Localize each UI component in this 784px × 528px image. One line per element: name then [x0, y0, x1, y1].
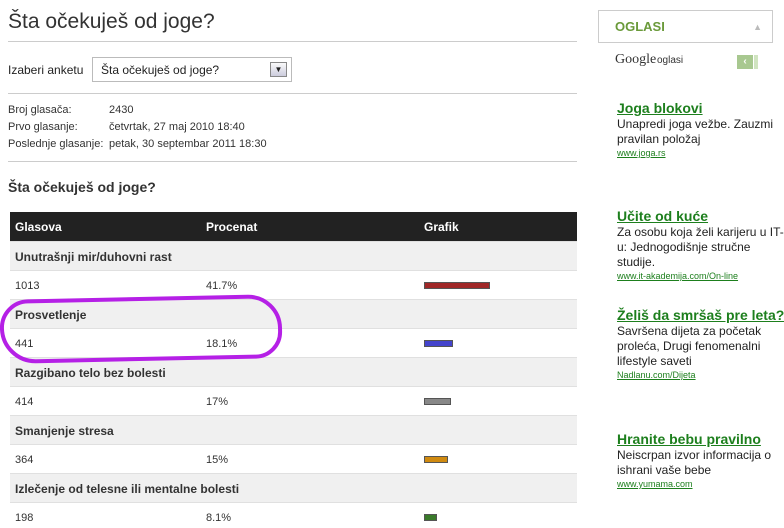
- poll-question: Šta očekuješ od joge?: [8, 179, 156, 195]
- option-name-row: Unutrašnji mir/duhovni rast: [10, 241, 577, 270]
- option-data-row: 198 8.1%: [10, 502, 577, 528]
- chevron-down-icon[interactable]: ▼: [270, 62, 287, 77]
- ad-title[interactable]: Učite od kuće: [617, 208, 784, 225]
- stat-label: Poslednje glasanje:: [8, 138, 104, 150]
- result-bar: [424, 340, 453, 347]
- option-votes: 198: [15, 512, 34, 524]
- option-votes: 364: [15, 454, 34, 466]
- stat-value: petak, 30 septembar 2011 18:30: [109, 138, 267, 150]
- option-data-row: 414 17%: [10, 386, 577, 415]
- option-votes: 441: [15, 338, 34, 350]
- ad-title[interactable]: Hranite bebu pravilno: [617, 431, 784, 448]
- column-header-chart: Grafik: [424, 220, 459, 234]
- stat-value: 2430: [109, 104, 134, 116]
- ad-url[interactable]: www.yumama.com: [617, 478, 784, 491]
- option-name: Unutrašnji mir/duhovni rast: [15, 250, 172, 264]
- result-bar: [424, 456, 448, 463]
- ad-item[interactable]: Učite od kuće Za osobu koja želi karijer…: [617, 208, 784, 283]
- option-name: Izlečenje od telesne ili mentalne bolest…: [15, 482, 240, 496]
- option-name-row: Prosvetlenje: [10, 299, 577, 328]
- option-data-row: 1013 41.7%: [10, 270, 577, 299]
- ad-item[interactable]: Želiš da smršaš pre leta? Savršena dijet…: [617, 307, 784, 382]
- column-header-votes: Glasova: [15, 220, 62, 234]
- table-header: Glasova Procenat Grafik: [10, 212, 577, 241]
- option-percent: 18.1%: [206, 338, 238, 350]
- results-table: Glasova Procenat Grafik Unutrašnji mir/d…: [10, 212, 577, 528]
- ad-text: Unapredi joga vežbe. Zauzmi pravilan pol…: [617, 117, 774, 146]
- poll-select-value: Šta očekuješ od joge?: [101, 63, 220, 77]
- option-name: Smanjenje stresa: [15, 424, 114, 438]
- ad-title[interactable]: Joga blokovi: [617, 100, 784, 117]
- option-name-row: Smanjenje stresa: [10, 415, 577, 444]
- stat-value: četvrtak, 27 maj 2010 18:40: [109, 121, 245, 133]
- result-bar: [424, 282, 490, 289]
- ads-header: OGLASI ▲: [598, 10, 773, 43]
- option-votes: 1013: [15, 280, 40, 292]
- google-ads-label: oglasi: [657, 55, 684, 66]
- option-percent: 41.7%: [206, 280, 238, 292]
- option-data-row: 364 15%: [10, 444, 577, 473]
- option-percent: 8.1%: [206, 512, 232, 524]
- next-arrow-icon[interactable]: [754, 55, 758, 69]
- option-name: Prosvetlenje: [15, 308, 87, 322]
- ad-item[interactable]: Hranite bebu pravilno Neiscrpan izvor in…: [617, 431, 784, 491]
- ad-item[interactable]: Joga blokovi Unapredi joga vežbe. Zauzmi…: [617, 100, 784, 160]
- prev-arrow-icon[interactable]: ‹: [737, 55, 753, 69]
- result-bar: [424, 398, 451, 405]
- page-title: Šta očekuješ od joge?: [8, 10, 215, 33]
- option-data-row: 441 18.1%: [10, 328, 577, 357]
- option-name-row: Izlečenje od telesne ili mentalne bolest…: [10, 473, 577, 502]
- option-name-row: Razgibano telo bez bolesti: [10, 357, 577, 386]
- column-header-percent: Procenat: [206, 220, 258, 234]
- result-bar: [424, 514, 437, 521]
- divider: [8, 161, 577, 162]
- option-percent: 17%: [206, 396, 229, 408]
- ads-header-title: OGLASI: [615, 19, 665, 34]
- poll-select[interactable]: Šta očekuješ od joge? ▼: [92, 57, 292, 82]
- ad-text: Neiscrpan izvor informacija o ishrani va…: [617, 448, 772, 477]
- ad-text: Savršena dijeta za početak proleća, Drug…: [617, 324, 762, 368]
- divider: [8, 93, 577, 94]
- option-name: Razgibano telo bez bolesti: [15, 366, 166, 380]
- collapse-arrow-icon[interactable]: ▲: [753, 22, 762, 32]
- stat-label: Prvo glasanje:: [8, 121, 78, 133]
- option-percent: 15%: [206, 454, 229, 466]
- ad-title[interactable]: Želiš da smršaš pre leta?: [617, 307, 784, 324]
- ad-url[interactable]: www.it-akademija.com/On-line: [617, 270, 784, 283]
- option-votes: 414: [15, 396, 34, 408]
- stat-label: Broj glasača:: [8, 104, 72, 116]
- ad-text: Za osobu koja želi karijeru u IT-u: Jedn…: [617, 225, 784, 269]
- divider: [8, 41, 577, 42]
- poll-select-row: Izaberi anketu Šta očekuješ od joge? ▼: [8, 57, 577, 83]
- ad-url[interactable]: Nadlanu.com/Dijeta: [617, 369, 784, 382]
- ad-url[interactable]: www.joga.rs: [617, 147, 784, 160]
- select-label: Izaberi anketu: [8, 63, 84, 77]
- google-logo: Google: [615, 52, 657, 67]
